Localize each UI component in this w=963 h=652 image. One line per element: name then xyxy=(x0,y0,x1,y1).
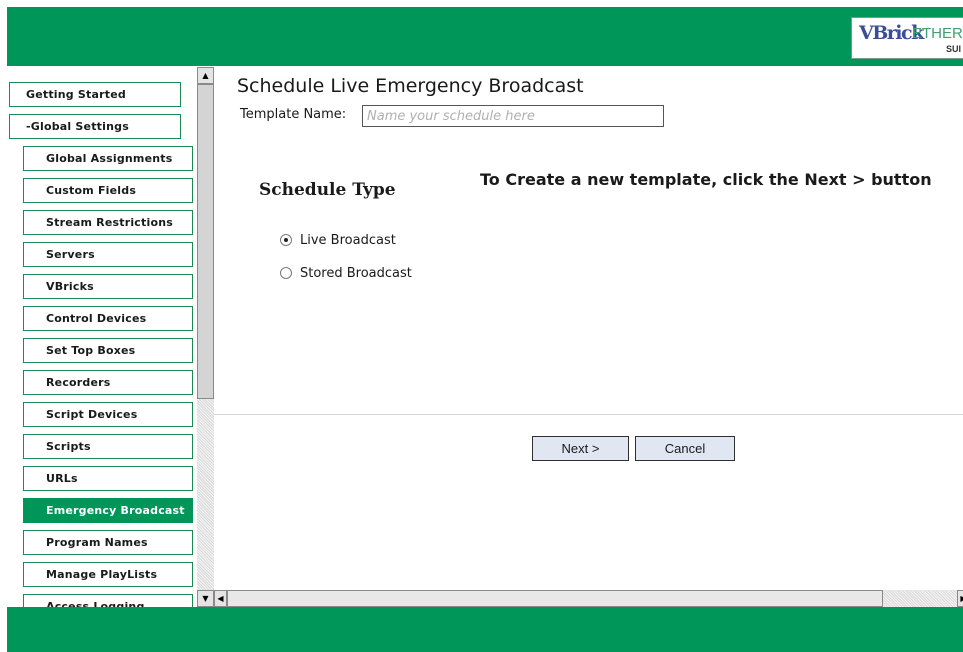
next-button[interactable]: Next > xyxy=(532,436,629,461)
scroll-thumb[interactable] xyxy=(197,84,214,399)
sidebar-item-script-devices[interactable]: Script Devices xyxy=(23,402,193,427)
sidebar-item-servers[interactable]: Servers xyxy=(23,242,193,267)
sidebar-item-vbricks[interactable]: VBricks xyxy=(23,274,193,299)
template-name-label: Template Name: xyxy=(240,107,347,122)
schedule-type-heading: Schedule Type xyxy=(259,180,396,200)
sidebar-item-custom-fields[interactable]: Custom Fields xyxy=(23,178,193,203)
sidebar-item-urls[interactable]: URLs xyxy=(23,466,193,491)
scroll-right-icon[interactable]: ▶ xyxy=(957,590,963,607)
radio-selected-icon[interactable] xyxy=(280,234,292,246)
sidebar-item-stream-restrictions[interactable]: Stream Restrictions xyxy=(23,210,193,235)
sidebar-item-global-settings[interactable]: -Global Settings xyxy=(9,114,181,139)
header-bar: VBrick ETHERNET SUI xyxy=(7,7,963,66)
horizontal-scroll-thumb[interactable] xyxy=(227,590,883,607)
main-horizontal-scrollbar[interactable]: ◀ ▶ xyxy=(214,590,963,607)
create-template-hint: To Create a new template, click the Next… xyxy=(480,170,932,189)
sidebar-item-getting-started[interactable]: Getting Started xyxy=(9,82,181,107)
schedule-form-panel: Schedule Live Emergency Broadcast Templa… xyxy=(214,67,963,415)
sidebar-item-global-assignments[interactable]: Global Assignments xyxy=(23,146,193,171)
logo-secondary-text: ETHERNET xyxy=(912,25,963,42)
sidebar-item-manage-playlists[interactable]: Manage PlayLists xyxy=(23,562,193,587)
radio-live-broadcast-label: Live Broadcast xyxy=(300,232,396,248)
radio-unselected-icon[interactable] xyxy=(280,267,292,279)
sidebar-item-access-logging[interactable]: Access Logging xyxy=(23,594,193,607)
scroll-left-icon[interactable]: ◀ xyxy=(214,590,227,607)
cancel-button[interactable]: Cancel xyxy=(635,436,735,461)
action-area: Next > Cancel xyxy=(214,416,963,590)
vbrick-logo: VBrick ETHERNET SUI xyxy=(851,17,963,59)
template-name-input[interactable] xyxy=(362,105,664,127)
sidebar-item-recorders[interactable]: Recorders xyxy=(23,370,193,395)
sidebar-vertical-scrollbar[interactable]: ▲ ▼ xyxy=(197,67,214,607)
sidebar-item-scripts[interactable]: Scripts xyxy=(23,434,193,459)
footer-bar xyxy=(7,607,963,652)
scroll-down-icon[interactable]: ▼ xyxy=(197,590,214,607)
radio-stored-broadcast[interactable]: Stored Broadcast xyxy=(280,264,412,282)
sidebar-item-emergency-broadcast[interactable]: Emergency Broadcast xyxy=(23,498,193,523)
sidebar-nav: Getting Started -Global Settings Global … xyxy=(7,66,202,607)
logo-tertiary-text: SUI xyxy=(946,44,962,54)
radio-stored-broadcast-label: Stored Broadcast xyxy=(300,265,412,281)
radio-live-broadcast[interactable]: Live Broadcast xyxy=(280,231,396,249)
sidebar-item-program-names[interactable]: Program Names xyxy=(23,530,193,555)
sidebar-item-set-top-boxes[interactable]: Set Top Boxes xyxy=(23,338,193,363)
sidebar-item-control-devices[interactable]: Control Devices xyxy=(23,306,193,331)
app-frame: VBrick ETHERNET SUI Getting Started -Glo… xyxy=(7,7,963,652)
page-title: Schedule Live Emergency Broadcast xyxy=(237,75,584,97)
scroll-up-icon[interactable]: ▲ xyxy=(197,67,214,84)
